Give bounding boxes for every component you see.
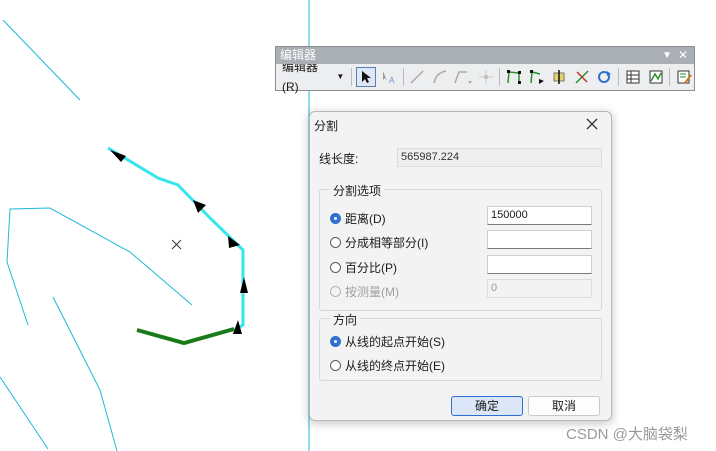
close-icon bbox=[586, 118, 598, 130]
option-percentage-label: 百分比(P) bbox=[345, 261, 397, 275]
sketch-properties-icon bbox=[649, 70, 663, 84]
direction-end-radio[interactable]: 从线的终点开始(E) bbox=[330, 357, 445, 374]
line-length-value: 565987.224 bbox=[397, 148, 602, 167]
direction-arrow-icon bbox=[110, 150, 126, 162]
rotate-tool-button[interactable] bbox=[595, 67, 615, 87]
point-tool-button[interactable] bbox=[476, 67, 496, 87]
option-distance-label: 距离(D) bbox=[345, 212, 386, 226]
trace-tool-button[interactable] bbox=[453, 67, 473, 87]
cut-polygons-button[interactable] bbox=[549, 67, 569, 87]
split-dialog: 分割 线长度: 565987.224 分割选项 距离(D) 150000 分成相… bbox=[309, 111, 612, 421]
dialog-close-button[interactable] bbox=[583, 115, 601, 133]
cursor-arrow-icon bbox=[362, 71, 372, 83]
toolbar-title: 编辑器 bbox=[280, 48, 317, 62]
split-line-segment[interactable] bbox=[136, 327, 235, 346]
map-line-lower-mid bbox=[52, 296, 118, 451]
radio-icon bbox=[330, 237, 341, 248]
radio-icon bbox=[330, 213, 341, 224]
point-icon bbox=[478, 70, 493, 84]
direction-end-label: 从线的终点开始(E) bbox=[345, 359, 445, 373]
toolbar-close-icon[interactable]: ✕ bbox=[678, 47, 688, 64]
split-tool-button[interactable] bbox=[572, 67, 592, 87]
equal-parts-input[interactable] bbox=[487, 230, 592, 249]
option-distance-radio[interactable]: 距离(D) bbox=[330, 210, 386, 227]
editor-menu-button[interactable]: 编辑器(R) ▼ bbox=[279, 60, 347, 94]
edit-vertices-button[interactable] bbox=[504, 67, 524, 87]
direction-start-label: 从线的起点开始(S) bbox=[345, 335, 445, 349]
percentage-input[interactable] bbox=[487, 255, 592, 274]
split-icon bbox=[575, 70, 589, 84]
map-center-cross-icon bbox=[171, 239, 182, 250]
cut-polygon-icon bbox=[553, 70, 565, 84]
option-measure-radio: 按测量(M) bbox=[330, 283, 399, 300]
cancel-button[interactable]: 取消 bbox=[528, 396, 600, 416]
direction-arrow-icon bbox=[240, 277, 248, 293]
edit-vertices-icon bbox=[507, 70, 522, 84]
straight-segment-icon bbox=[410, 70, 424, 84]
toolbar-separator bbox=[402, 68, 404, 86]
watermark: CSDN @大脑袋梨 bbox=[566, 426, 688, 443]
distance-input[interactable]: 150000 bbox=[487, 206, 592, 225]
toolbar-separator bbox=[669, 68, 671, 86]
arc-segment-icon bbox=[433, 70, 447, 84]
svg-text:A: A bbox=[389, 76, 395, 84]
option-percentage-radio[interactable]: 百分比(P) bbox=[330, 259, 397, 276]
option-equal-parts-label: 分成相等部分(I) bbox=[345, 236, 429, 250]
radio-icon bbox=[330, 360, 341, 371]
option-measure-label: 按测量(M) bbox=[345, 285, 399, 299]
endpoint-arc-button[interactable] bbox=[430, 67, 450, 87]
radio-icon bbox=[330, 262, 341, 273]
dialog-title: 分割 bbox=[314, 119, 339, 133]
create-features-icon bbox=[677, 70, 693, 84]
toolbar-options-icon[interactable]: ▼ bbox=[662, 47, 672, 64]
reshape-button[interactable] bbox=[527, 67, 547, 87]
dropdown-arrow-icon: ▼ bbox=[336, 72, 345, 81]
rotate-icon bbox=[598, 71, 612, 83]
radio-icon bbox=[330, 336, 341, 347]
sketch-properties-button[interactable] bbox=[646, 67, 666, 87]
map-line-top bbox=[2, 19, 81, 101]
map-line-lower-left bbox=[0, 376, 49, 450]
edit-tool-button[interactable] bbox=[356, 67, 376, 87]
trace-icon bbox=[453, 71, 472, 84]
direction-title: 方向 bbox=[330, 311, 361, 328]
straight-segment-button[interactable] bbox=[408, 67, 428, 87]
annotation-arrow-icon: A bbox=[382, 71, 395, 84]
toolbar-separator bbox=[351, 68, 353, 86]
measure-input: 0 bbox=[487, 279, 592, 298]
attributes-button[interactable] bbox=[623, 67, 643, 87]
toolbar-title-bar: 编辑器 ▼ ✕ bbox=[276, 47, 694, 64]
option-equal-parts-radio[interactable]: 分成相等部分(I) bbox=[330, 234, 428, 251]
map-line-contour bbox=[6, 207, 193, 326]
editor-toolbar: 编辑器 ▼ ✕ 编辑器(R) ▼ A bbox=[275, 46, 695, 94]
reshape-icon bbox=[529, 70, 544, 84]
create-features-button[interactable] bbox=[674, 67, 694, 87]
split-options-title: 分割选项 bbox=[330, 182, 385, 199]
toolbar-separator bbox=[618, 68, 620, 86]
toolbar-separator bbox=[499, 68, 501, 86]
attributes-table-icon bbox=[626, 70, 640, 84]
radio-icon bbox=[330, 286, 341, 297]
ok-button[interactable]: 确定 bbox=[451, 396, 523, 416]
selected-line[interactable] bbox=[107, 146, 245, 332]
line-length-label: 线长度: bbox=[319, 152, 359, 166]
direction-start-radio[interactable]: 从线的起点开始(S) bbox=[330, 333, 445, 350]
edit-annotation-tool-button[interactable]: A bbox=[379, 67, 399, 87]
